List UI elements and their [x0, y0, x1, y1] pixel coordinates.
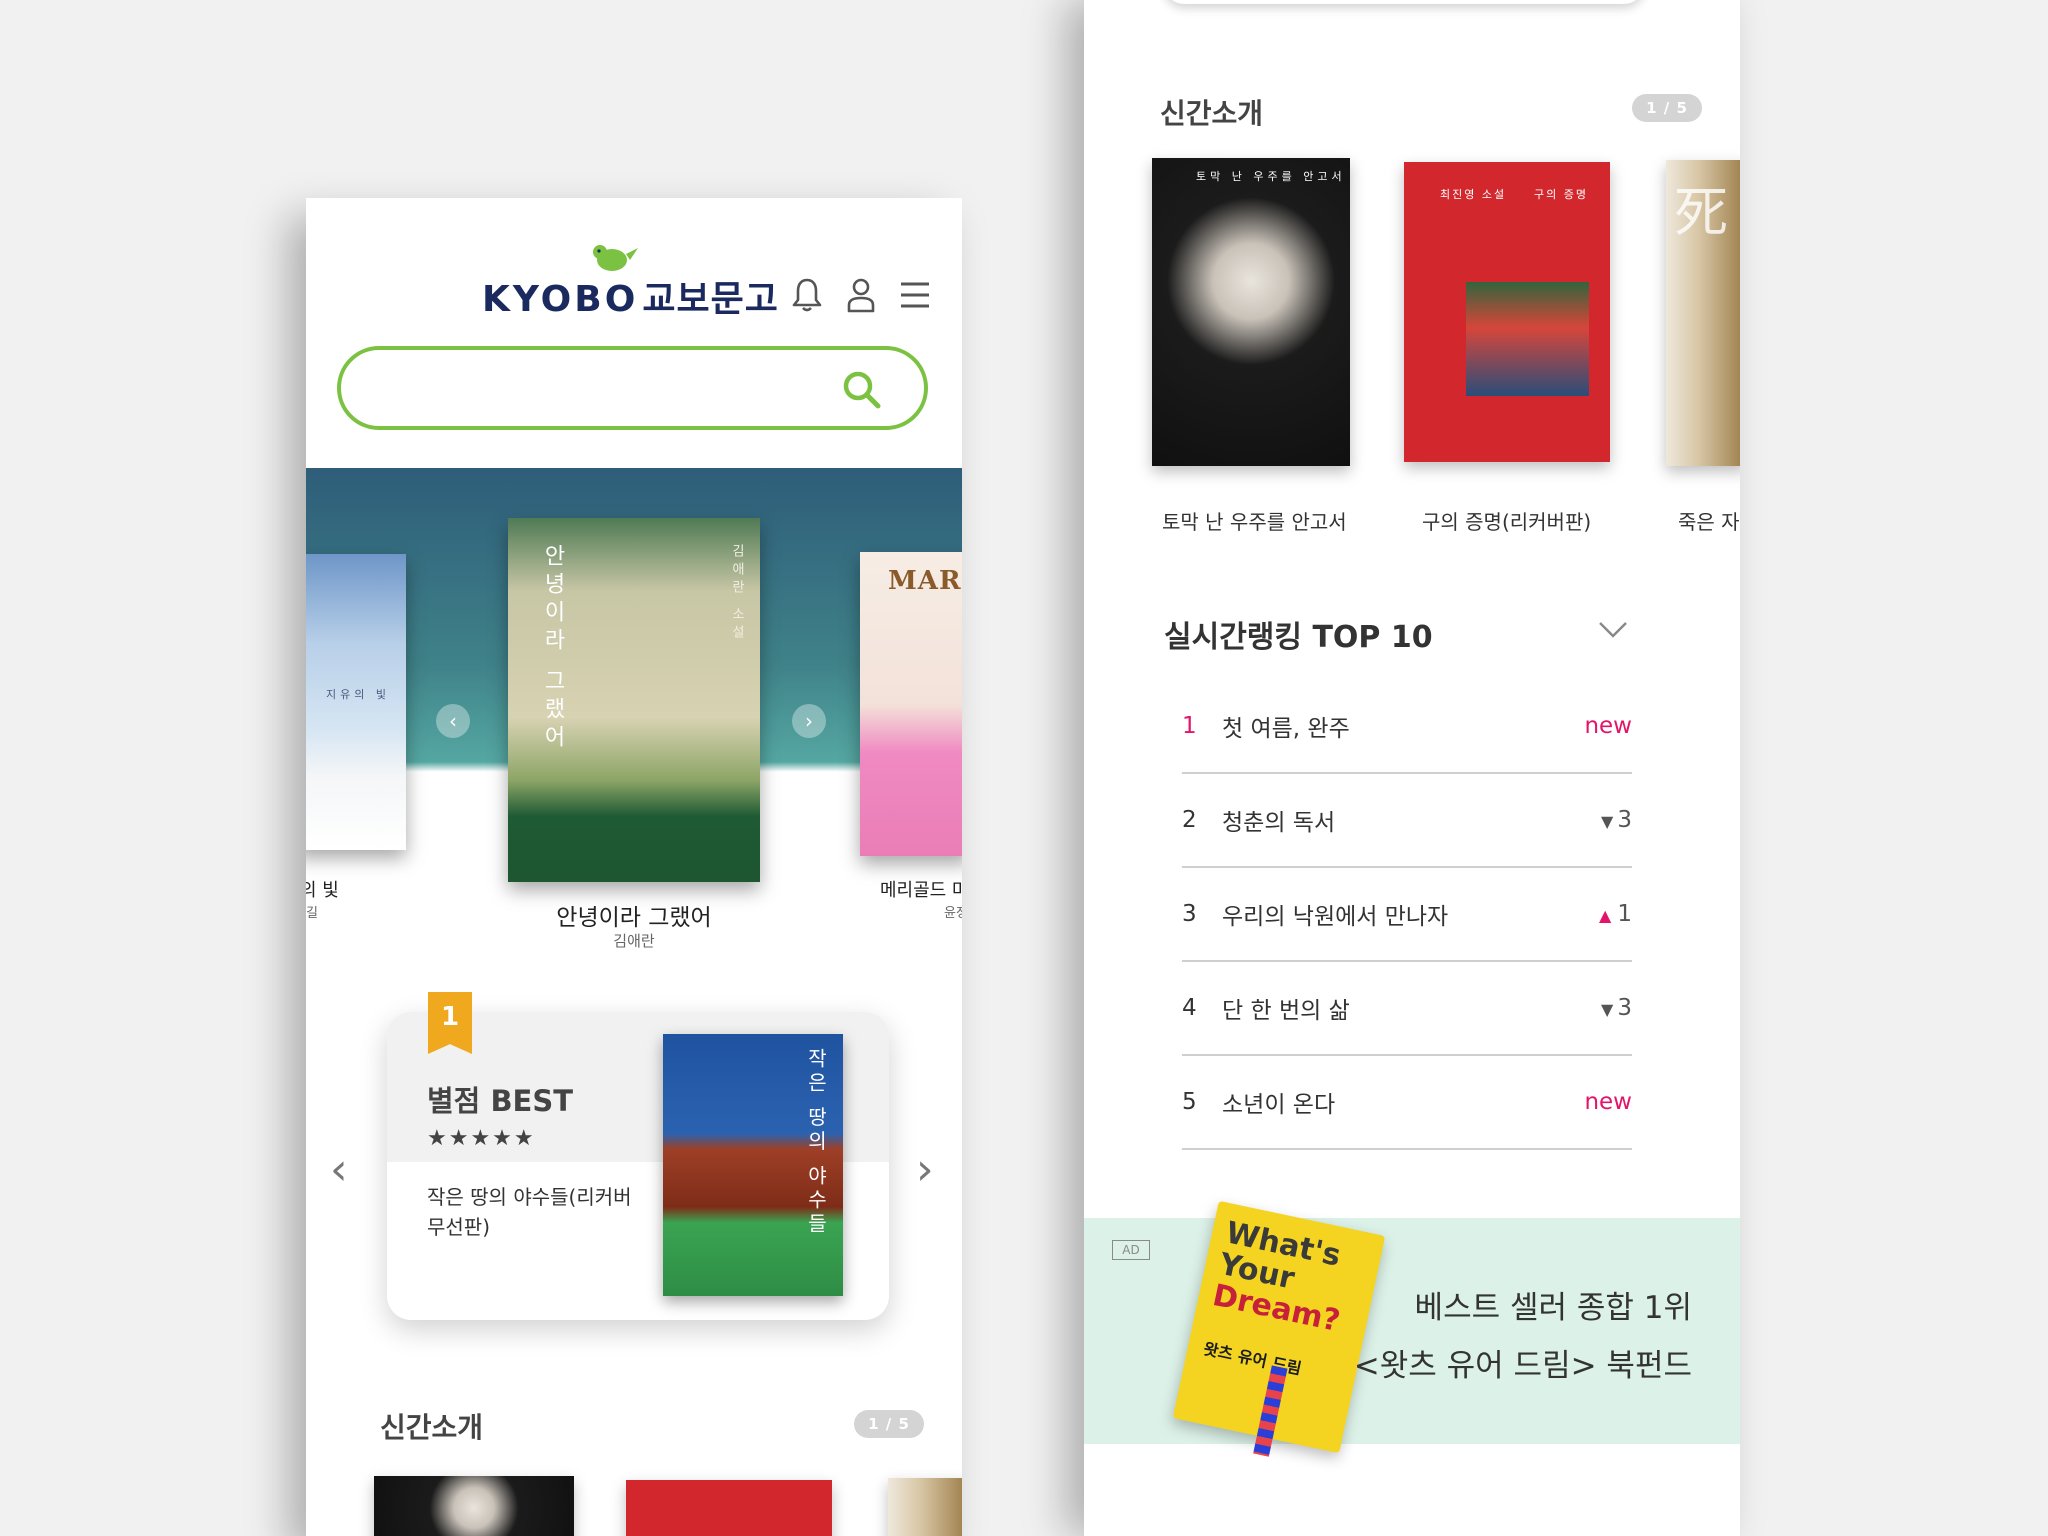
left-new-book-2[interactable]: [626, 1480, 832, 1536]
ad-book-title: What's Your Dream?: [1210, 1215, 1356, 1339]
hero-left-cover-text: 지유의 빛: [326, 688, 390, 701]
hero-book-center[interactable]: 안녕이라 그랬어 김애란 소설: [508, 518, 760, 882]
ad-banner[interactable]: AD What's Your Dream? 왓츠 유어 드림 베스트 셀러 종합…: [1084, 1200, 1740, 1457]
new-book-cover-2[interactable]: 최진영 소설 구의 증명: [1404, 162, 1610, 462]
left-new-books-title: 신간소개: [380, 1411, 484, 1444]
new-book-title-3[interactable]: 죽은 자: [1678, 506, 1740, 535]
ranking-change-value: 3: [1617, 807, 1632, 833]
user-icon[interactable]: [844, 276, 878, 314]
ad-tag: AD: [1112, 1240, 1150, 1260]
new-book-cover-1-text: 토막 난 우주를 안고서: [1196, 170, 1346, 183]
hero-prev-button[interactable]: ‹: [436, 704, 470, 738]
new-book-cover-1[interactable]: 토막 난 우주를 안고서: [1152, 158, 1350, 466]
ranking-number: 3: [1182, 901, 1197, 927]
bell-icon[interactable]: [790, 276, 824, 314]
right-new-books-pager[interactable]: 1 / 5: [1632, 94, 1702, 122]
new-book-cover-2-author: 최진영 소설: [1440, 188, 1507, 201]
search-bar-edge: [1164, 0, 1644, 4]
ad-line-2: <왓츠 유어 드림> 북펀드: [1353, 1348, 1692, 1384]
new-book-cover-3-text: 死: [1674, 181, 1728, 244]
hero-center-cover-author: 김애란 소설: [729, 544, 744, 644]
hero-center-caption-author: 김애란: [613, 932, 655, 950]
rank-up-icon: ▲: [1599, 906, 1612, 925]
ranking-change-value: new: [1584, 1089, 1632, 1115]
best-cover-title: 작은 땅의 야수들: [804, 1048, 828, 1237]
ranking-title: 실시간랭킹 TOP 10: [1164, 620, 1433, 655]
ranking-book-title[interactable]: 첫 여름, 완주: [1222, 709, 1572, 743]
left-new-book-1[interactable]: [374, 1476, 574, 1536]
ad-book-cover: What's Your Dream? 왓츠 유어 드림: [1172, 1200, 1386, 1457]
hero-book-left[interactable]: 지유의 빛: [306, 554, 406, 850]
left-phone-screen: KYOBO교보문고 지유의 빛 안녕이라 그랬어 김애란 소설 MARIGOLD…: [306, 198, 962, 1536]
ranking-change: ▼ 3: [1572, 807, 1632, 833]
search-bar: [337, 346, 928, 430]
header-icons: [790, 276, 932, 314]
ranking-book-title[interactable]: 소년이 온다: [1222, 1085, 1572, 1119]
chevron-down-icon[interactable]: [1598, 618, 1628, 642]
ranking-change-value: 3: [1617, 995, 1632, 1021]
hero-carousel: 지유의 빛 안녕이라 그랬어 김애란 소설 MARIGOLD ‹ › 의 빛 길…: [306, 468, 962, 958]
new-book-cover-2-art: [1465, 282, 1590, 396]
ad-line-1: 베스트 셀러 종합 1위: [1414, 1290, 1692, 1326]
best-next-button[interactable]: ›: [916, 1144, 934, 1195]
best-card-title: 별점 BEST: [427, 1084, 574, 1118]
left-new-books-pager[interactable]: 1 / 5: [854, 1410, 924, 1438]
ranking-change: new: [1572, 1089, 1632, 1115]
ranking-row[interactable]: 3 우리의 낙원에서 만나자 ▲ 1: [1182, 868, 1632, 962]
best-prev-button[interactable]: ‹: [330, 1144, 348, 1195]
search-icon[interactable]: [840, 368, 884, 412]
rank-down-icon: ▼: [1601, 812, 1614, 831]
ranking-row[interactable]: 4단 한 번의 삶 ▼ 3: [1182, 962, 1632, 1056]
new-book-title-1[interactable]: 토막 난 우주를 안고서: [1162, 506, 1347, 535]
logo-en: KYOBO: [482, 279, 639, 320]
left-new-book-3[interactable]: [888, 1478, 962, 1536]
hero-right-caption-sub: 윤정: [944, 906, 962, 921]
logo-ko: 교보문고: [642, 279, 779, 320]
right-new-books-title: 신간소개: [1160, 97, 1264, 130]
ranking-change: ▼ 3: [1572, 995, 1632, 1021]
ranking-change: new: [1572, 713, 1632, 739]
hero-center-caption-title: 안녕이라 그랬어: [556, 905, 712, 931]
ranking-change-value: new: [1584, 713, 1632, 739]
menu-icon[interactable]: [898, 276, 932, 314]
ranking-change-value: 1: [1617, 901, 1632, 927]
hero-right-cover-text: MARIGOLD: [888, 566, 962, 596]
ranking-list: 1첫 여름, 완주 new 2 청춘의 독서 ▼ 3 3 우리의 낙원에서 만나자 ▲ 1 4 단 한…: [1182, 680, 1632, 1150]
ranking-row[interactable]: 5 소년이 온다 new: [1182, 1056, 1632, 1150]
rank-down-icon: ▼: [1601, 1000, 1614, 1019]
best-card-stars: ★★★★★: [427, 1126, 536, 1151]
right-phone-screen: 신간소개 1 / 5 토막 난 우주를 안고서 최진영 소설 구의 증명 死 토…: [1084, 0, 1740, 1536]
new-book-cover-2-text: 구의 증명: [1534, 188, 1588, 201]
ranking-book-title[interactable]: 단 한 번의 삶: [1222, 991, 1572, 1025]
ranking-book-title[interactable]: 우리의 낙원에서 만나자: [1222, 897, 1572, 931]
best-card-book-name: 작은 땅의 야수들(리커버 무선판): [427, 1185, 632, 1239]
ranking-book-title[interactable]: 청춘의 독서: [1222, 803, 1572, 837]
hero-center-cover-title: 안녕이라 그랬어: [540, 544, 565, 753]
hero-next-button[interactable]: ›: [792, 704, 826, 738]
hero-right-caption: 메리골드 마: [880, 880, 962, 901]
ranking-number: 1: [1182, 713, 1197, 739]
ranking-row[interactable]: 2 청춘의 독서 ▼ 3: [1182, 774, 1632, 868]
logo-wordmark: KYOBO 교보문고: [482, 270, 779, 322]
ad-book-stripe: [1253, 1365, 1288, 1457]
hero-book-right[interactable]: MARIGOLD: [860, 552, 962, 856]
kyobo-logo[interactable]: KYOBO 교보문고: [482, 240, 778, 320]
new-book-title-2[interactable]: 구의 증명(리커버판): [1422, 506, 1591, 535]
ranking-number: 2: [1182, 807, 1197, 833]
new-book-cover-3[interactable]: 死: [1666, 160, 1740, 466]
ranking-number: 5: [1182, 1089, 1197, 1115]
ranking-change: ▲ 1: [1572, 901, 1632, 927]
ad-book-ko: 왓츠 유어 드림: [1201, 1339, 1304, 1379]
bird-logo-icon: [593, 245, 638, 271]
best-rating-card[interactable]: 별점 BEST ★★★★★ 작은 땅의 야수들(리커버 무선판) 작은 땅의 야…: [387, 1012, 889, 1320]
ranking-row[interactable]: 1 첫 여름, 완주 new: [1182, 680, 1632, 774]
best-card-cover[interactable]: 작은 땅의 야수들: [663, 1034, 843, 1296]
ranking-number: 4: [1182, 995, 1197, 1021]
search-input[interactable]: [375, 368, 835, 408]
